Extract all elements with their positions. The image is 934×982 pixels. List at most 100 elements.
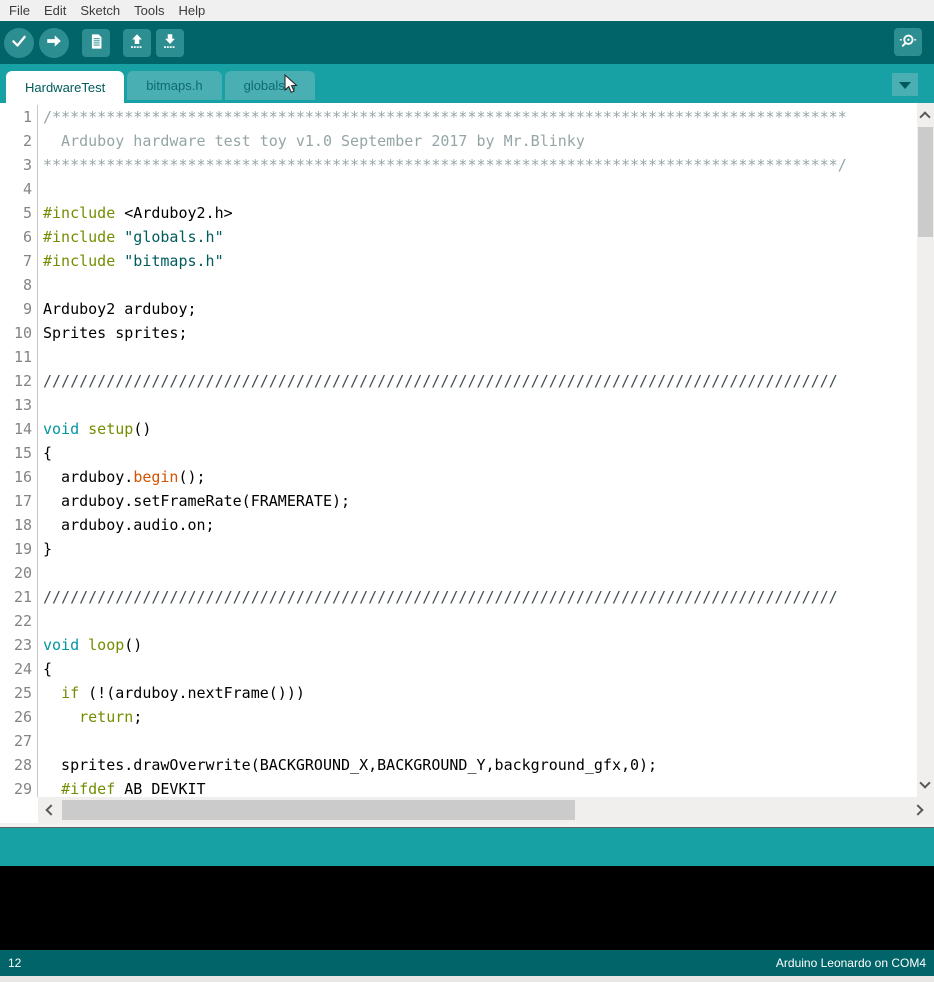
magnifier-icon [898, 31, 918, 54]
line-number: 21 [0, 585, 38, 609]
check-icon [10, 32, 28, 53]
open-button[interactable] [123, 29, 151, 57]
code-text: #include <Arduboy2.h> [43, 201, 917, 225]
code-line: 23void loop() [0, 633, 917, 657]
status-notice-bar [0, 827, 934, 866]
save-button[interactable] [156, 29, 184, 57]
scroll-right-arrow-icon[interactable] [912, 804, 923, 815]
line-number: 27 [0, 729, 38, 753]
line-number: 15 [0, 441, 38, 465]
code-text [43, 177, 917, 201]
tab-hardwaretest[interactable]: HardwareTest [6, 71, 124, 103]
line-number: 3 [0, 153, 38, 177]
line-number: 7 [0, 249, 38, 273]
menu-sketch[interactable]: Sketch [73, 1, 127, 20]
code-text: #include "bitmaps.h" [43, 249, 917, 273]
line-number: 10 [0, 321, 38, 345]
line-number: 19 [0, 537, 38, 561]
code-text: /***************************************… [43, 105, 917, 129]
code-line: 20 [0, 561, 917, 585]
code-line: 24{ [0, 657, 917, 681]
menu-help[interactable]: Help [171, 1, 212, 20]
code-line: 16 arduboy.begin(); [0, 465, 917, 489]
scroll-down-arrow-icon[interactable] [919, 777, 930, 788]
line-number: 4 [0, 177, 38, 201]
line-number: 14 [0, 417, 38, 441]
line-number: 17 [0, 489, 38, 513]
scroll-up-arrow-icon[interactable] [919, 111, 930, 122]
code-line: 10Sprites sprites; [0, 321, 917, 345]
line-number: 2 [0, 129, 38, 153]
code-line: 8 [0, 273, 917, 297]
code-text: arduboy.begin(); [43, 465, 917, 489]
code-text: Arduboy hardware test toy v1.0 September… [43, 129, 917, 153]
toolbar [0, 21, 934, 64]
menu-file[interactable]: File [2, 1, 37, 20]
window-bottom-edge [0, 976, 934, 982]
v-scroll-thumb[interactable] [918, 127, 933, 237]
console-output [0, 866, 934, 950]
upload-button[interactable] [39, 28, 69, 58]
line-number: 6 [0, 225, 38, 249]
tab-label: globals.h [244, 78, 296, 93]
tab-globals-h[interactable]: globals.h [225, 71, 315, 100]
line-number: 1 [0, 105, 38, 129]
scroll-left-arrow-icon[interactable] [45, 804, 56, 815]
code-text: sprites.drawOverwrite(BACKGROUND_X,BACKG… [43, 753, 917, 777]
document-icon [88, 33, 105, 53]
line-number: 9 [0, 297, 38, 321]
code-text: void loop() [43, 633, 917, 657]
code-text: } [43, 537, 917, 561]
editor: 1/**************************************… [0, 103, 934, 823]
code-text: #ifdef AB_DEVKIT [43, 777, 917, 797]
menu-bar: File Edit Sketch Tools Help [0, 0, 934, 21]
code-text: void setup() [43, 417, 917, 441]
code-text: ////////////////////////////////////////… [43, 585, 917, 609]
arduino-ide-window: File Edit Sketch Tools Help [0, 0, 934, 982]
code-line: 13 [0, 393, 917, 417]
tab-bitmaps-h[interactable]: bitmaps.h [127, 71, 221, 100]
code-text [43, 393, 917, 417]
code-line: 14void setup() [0, 417, 917, 441]
tab-menu-button[interactable] [892, 73, 918, 96]
line-number: 25 [0, 681, 38, 705]
code-line: 19} [0, 537, 917, 561]
code-line: 3***************************************… [0, 153, 917, 177]
code-line: 28 sprites.drawOverwrite(BACKGROUND_X,BA… [0, 753, 917, 777]
line-status-bar: 12 Arduino Leonardo on COM4 [0, 950, 934, 976]
horizontal-scrollbar[interactable] [0, 797, 934, 823]
code-text [43, 345, 917, 369]
menu-tools[interactable]: Tools [127, 1, 171, 20]
line-number: 11 [0, 345, 38, 369]
line-number: 16 [0, 465, 38, 489]
h-scroll-thumb[interactable] [62, 800, 575, 820]
code-line: 15{ [0, 441, 917, 465]
code-area[interactable]: 1/**************************************… [0, 103, 917, 797]
code-line: 29 #ifdef AB_DEVKIT [0, 777, 917, 797]
code-line: 11 [0, 345, 917, 369]
vertical-scrollbar[interactable] [917, 103, 934, 797]
code-text: arduboy.audio.on; [43, 513, 917, 537]
line-number: 8 [0, 273, 38, 297]
verify-button[interactable] [4, 28, 34, 58]
line-number: 24 [0, 657, 38, 681]
code-line: 18 arduboy.audio.on; [0, 513, 917, 537]
menu-edit[interactable]: Edit [37, 1, 73, 20]
chevron-down-icon [899, 82, 911, 95]
code-line: 5#include <Arduboy2.h> [0, 201, 917, 225]
line-number: 22 [0, 609, 38, 633]
code-text: { [43, 657, 917, 681]
serial-monitor-button[interactable] [894, 28, 922, 56]
code-line: 1/**************************************… [0, 105, 917, 129]
line-number: 23 [0, 633, 38, 657]
code-text: Sprites sprites; [43, 321, 917, 345]
code-line: 27 [0, 729, 917, 753]
line-number: 12 [0, 369, 38, 393]
tab-label: bitmaps.h [146, 78, 202, 93]
code-text: arduboy.setFrameRate(FRAMERATE); [43, 489, 917, 513]
code-text: if (!(arduboy.nextFrame())) [43, 681, 917, 705]
tab-bar: HardwareTest bitmaps.h globals.h [0, 64, 934, 103]
arrow-right-icon [45, 32, 63, 53]
code-text [43, 609, 917, 633]
new-sketch-button[interactable] [82, 29, 110, 57]
